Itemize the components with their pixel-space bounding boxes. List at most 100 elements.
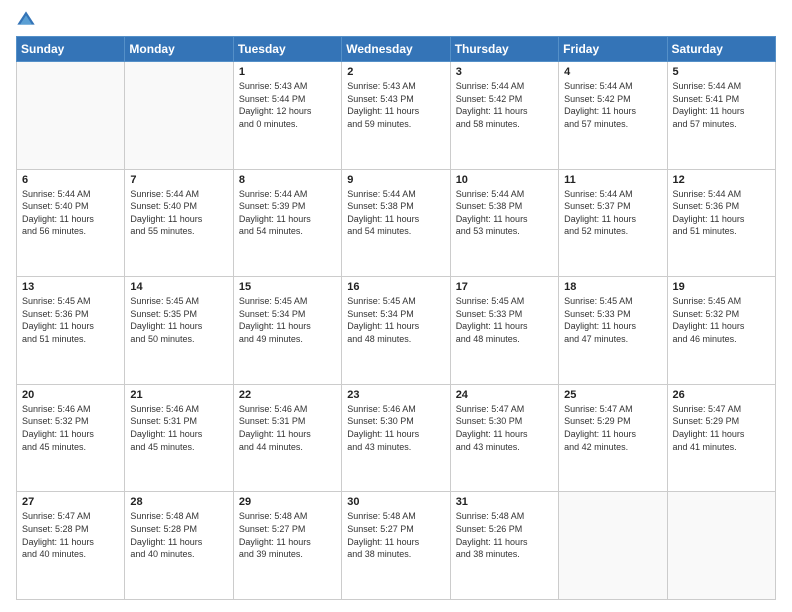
calendar-cell: 30Sunrise: 5:48 AM Sunset: 5:27 PM Dayli… <box>342 492 450 600</box>
logo-icon <box>16 10 36 30</box>
day-number: 23 <box>347 389 444 401</box>
weekday-header-sunday: Sunday <box>17 37 125 62</box>
day-info: Sunrise: 5:46 AM Sunset: 5:30 PM Dayligh… <box>347 403 444 453</box>
calendar-cell: 23 Sunrise: 5:46 AM Sunset: 5:30 PM Dayli… <box>342 384 450 492</box>
day-info: Sunrise: 5:45 AM Sunset: 5:33 PM Dayligh… <box>564 295 661 345</box>
day-info: Sunrise: 5:45 AM Sunset: 5:36 PM Dayligh… <box>22 295 119 345</box>
day-number: 29 <box>239 496 336 508</box>
day-info: Sunrise: 5:44 AM Sunset: 5:38 PM Dayligh… <box>347 188 444 238</box>
calendar-cell: 24Sunrise: 5:47 AM Sunset: 5:30 PM Dayli… <box>450 384 558 492</box>
calendar-cell: 28 Sunrise: 5:48 AM Sunset: 5:28 PM Dayli… <box>125 492 233 600</box>
calendar-cell: 7Sunrise: 5:44 AM Sunset: 5:40 PM Daylig… <box>125 169 233 277</box>
week-row-2: 13Sunrise: 5:45 AM Sunset: 5:36 PM Dayli… <box>17 277 776 385</box>
day-info: Sunrise: 5:46 AM Sunset: 5:31 PM Dayligh… <box>239 403 336 453</box>
day-info: Sunrise: 5:48 AM Sunset: 5:27 PM Dayligh… <box>239 510 336 560</box>
day-number: 22 <box>239 389 336 401</box>
day-info: Sunrise: 5:44 AM Sunset: 5:39 PM Dayligh… <box>239 188 336 238</box>
day-number: 20 <box>22 389 119 401</box>
calendar-cell: 31 Sunrise: 5:48 AM Sunset: 5:26 PM Dayli… <box>450 492 558 600</box>
day-number: 27 <box>22 496 119 508</box>
calendar-cell: 3 Sunrise: 5:44 AM Sunset: 5:42 PM Daylig… <box>450 62 558 170</box>
day-number: 6 <box>22 174 119 186</box>
calendar-cell <box>559 492 667 600</box>
calendar-cell <box>125 62 233 170</box>
calendar-cell: 11 Sunrise: 5:44 AM Sunset: 5:37 PM Dayli… <box>559 169 667 277</box>
day-number: 19 <box>673 281 770 293</box>
calendar-cell: 16 Sunrise: 5:45 AM Sunset: 5:34 PM Dayli… <box>342 277 450 385</box>
day-info: Sunrise: 5:47 AM Sunset: 5:28 PM Dayligh… <box>22 510 119 560</box>
header <box>16 12 776 30</box>
weekday-header-thursday: Thursday <box>450 37 558 62</box>
calendar-cell: 26Sunrise: 5:47 AM Sunset: 5:29 PM Dayli… <box>667 384 775 492</box>
day-number: 12 <box>673 174 770 186</box>
day-info: Sunrise: 5:44 AM Sunset: 5:42 PM Dayligh… <box>456 80 553 130</box>
calendar-cell: 25 Sunrise: 5:47 AM Sunset: 5:29 PM Dayli… <box>559 384 667 492</box>
day-info: Sunrise: 5:44 AM Sunset: 5:38 PM Dayligh… <box>456 188 553 238</box>
calendar-cell: 20 Sunrise: 5:46 AM Sunset: 5:32 PM Dayli… <box>17 384 125 492</box>
calendar-table: SundayMondayTuesdayWednesdayThursdayFrid… <box>16 36 776 600</box>
day-number: 14 <box>130 281 227 293</box>
week-row-4: 27 Sunrise: 5:47 AM Sunset: 5:28 PM Dayli… <box>17 492 776 600</box>
calendar-cell: 9 Sunrise: 5:44 AM Sunset: 5:38 PM Daylig… <box>342 169 450 277</box>
calendar-cell: 22 Sunrise: 5:46 AM Sunset: 5:31 PM Dayli… <box>233 384 341 492</box>
day-number: 8 <box>239 174 336 186</box>
week-row-1: 6 Sunrise: 5:44 AM Sunset: 5:40 PM Daylig… <box>17 169 776 277</box>
day-info: Sunrise: 5:44 AM Sunset: 5:40 PM Dayligh… <box>22 188 119 238</box>
day-info: Sunrise: 5:46 AM Sunset: 5:32 PM Dayligh… <box>22 403 119 453</box>
day-info: Sunrise: 5:45 AM Sunset: 5:32 PM Dayligh… <box>673 295 770 345</box>
day-number: 17 <box>456 281 553 293</box>
calendar-cell: 27 Sunrise: 5:47 AM Sunset: 5:28 PM Dayli… <box>17 492 125 600</box>
day-number: 25 <box>564 389 661 401</box>
day-number: 15 <box>239 281 336 293</box>
day-info: Sunrise: 5:48 AM Sunset: 5:26 PM Dayligh… <box>456 510 553 560</box>
day-number: 11 <box>564 174 661 186</box>
day-number: 26 <box>673 389 770 401</box>
calendar-cell: 14 Sunrise: 5:45 AM Sunset: 5:35 PM Dayli… <box>125 277 233 385</box>
day-number: 5 <box>673 66 770 78</box>
day-number: 1 <box>239 66 336 78</box>
page: SundayMondayTuesdayWednesdayThursdayFrid… <box>0 0 792 612</box>
calendar-cell: 4Sunrise: 5:44 AM Sunset: 5:42 PM Daylig… <box>559 62 667 170</box>
calendar-cell: 12 Sunrise: 5:44 AM Sunset: 5:36 PM Dayli… <box>667 169 775 277</box>
weekday-header-tuesday: Tuesday <box>233 37 341 62</box>
calendar-cell: 8 Sunrise: 5:44 AM Sunset: 5:39 PM Daylig… <box>233 169 341 277</box>
week-row-0: 1 Sunrise: 5:43 AM Sunset: 5:44 PM Daylig… <box>17 62 776 170</box>
logo <box>16 12 40 30</box>
weekday-header-row: SundayMondayTuesdayWednesdayThursdayFrid… <box>17 37 776 62</box>
weekday-header-monday: Monday <box>125 37 233 62</box>
day-info: Sunrise: 5:43 AM Sunset: 5:44 PM Dayligh… <box>239 80 336 130</box>
day-number: 21 <box>130 389 227 401</box>
day-info: Sunrise: 5:44 AM Sunset: 5:40 PM Dayligh… <box>130 188 227 238</box>
day-info: Sunrise: 5:45 AM Sunset: 5:34 PM Dayligh… <box>347 295 444 345</box>
weekday-header-wednesday: Wednesday <box>342 37 450 62</box>
day-info: Sunrise: 5:47 AM Sunset: 5:30 PM Dayligh… <box>456 403 553 453</box>
calendar-cell: 5Sunrise: 5:44 AM Sunset: 5:41 PM Daylig… <box>667 62 775 170</box>
calendar-cell <box>667 492 775 600</box>
calendar-cell: 6 Sunrise: 5:44 AM Sunset: 5:40 PM Daylig… <box>17 169 125 277</box>
day-info: Sunrise: 5:44 AM Sunset: 5:36 PM Dayligh… <box>673 188 770 238</box>
week-row-3: 20 Sunrise: 5:46 AM Sunset: 5:32 PM Dayli… <box>17 384 776 492</box>
day-number: 2 <box>347 66 444 78</box>
calendar-cell: 1 Sunrise: 5:43 AM Sunset: 5:44 PM Daylig… <box>233 62 341 170</box>
day-info: Sunrise: 5:47 AM Sunset: 5:29 PM Dayligh… <box>564 403 661 453</box>
day-info: Sunrise: 5:45 AM Sunset: 5:35 PM Dayligh… <box>130 295 227 345</box>
calendar-cell: 19 Sunrise: 5:45 AM Sunset: 5:32 PM Dayli… <box>667 277 775 385</box>
day-info: Sunrise: 5:43 AM Sunset: 5:43 PM Dayligh… <box>347 80 444 130</box>
weekday-header-saturday: Saturday <box>667 37 775 62</box>
calendar-cell: 21Sunrise: 5:46 AM Sunset: 5:31 PM Dayli… <box>125 384 233 492</box>
calendar-cell: 2 Sunrise: 5:43 AM Sunset: 5:43 PM Daylig… <box>342 62 450 170</box>
day-number: 30 <box>347 496 444 508</box>
day-number: 3 <box>456 66 553 78</box>
weekday-header-friday: Friday <box>559 37 667 62</box>
day-number: 9 <box>347 174 444 186</box>
calendar-cell: 17Sunrise: 5:45 AM Sunset: 5:33 PM Dayli… <box>450 277 558 385</box>
day-info: Sunrise: 5:44 AM Sunset: 5:42 PM Dayligh… <box>564 80 661 130</box>
calendar-cell: 13Sunrise: 5:45 AM Sunset: 5:36 PM Dayli… <box>17 277 125 385</box>
day-number: 28 <box>130 496 227 508</box>
calendar-cell: 10Sunrise: 5:44 AM Sunset: 5:38 PM Dayli… <box>450 169 558 277</box>
day-number: 16 <box>347 281 444 293</box>
day-number: 18 <box>564 281 661 293</box>
day-number: 31 <box>456 496 553 508</box>
day-info: Sunrise: 5:44 AM Sunset: 5:37 PM Dayligh… <box>564 188 661 238</box>
day-info: Sunrise: 5:48 AM Sunset: 5:28 PM Dayligh… <box>130 510 227 560</box>
